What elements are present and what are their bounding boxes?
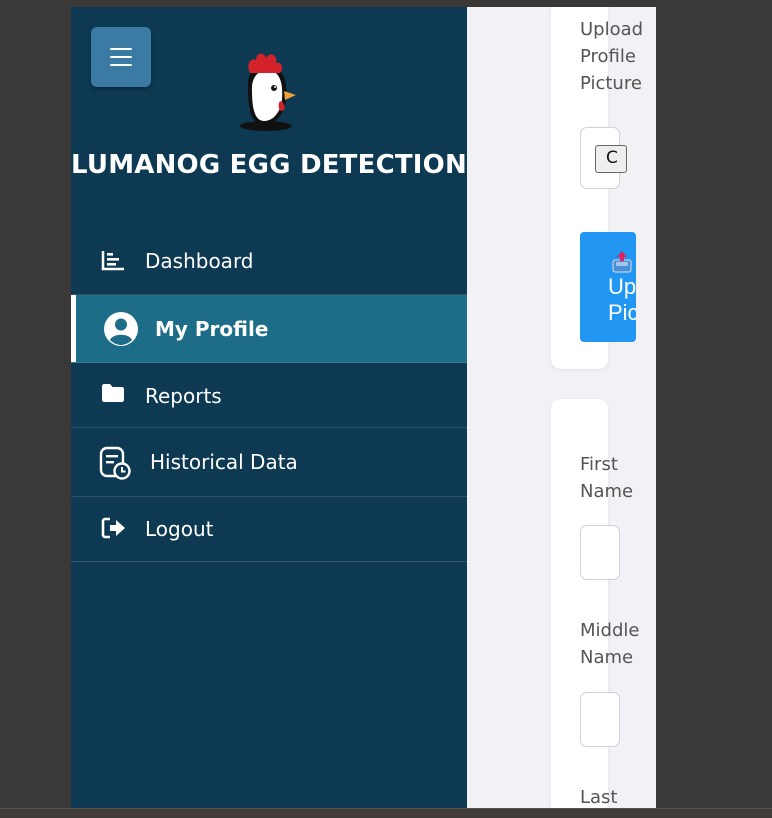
- middle-name-input[interactable]: [580, 692, 620, 747]
- window-top-border: [0, 0, 772, 6]
- user-circle-icon: [103, 311, 139, 347]
- upload-profile-picture-label: Upload Profile Picture: [580, 19, 644, 94]
- middle-name-label: Middle Name: [580, 620, 640, 668]
- main-content: Upload Profile Picture C First Name Midd…: [467, 7, 656, 808]
- sidebar-item-dashboard[interactable]: Dashboard: [71, 228, 467, 295]
- last-name-label: Last: [580, 787, 618, 808]
- logout-icon: [101, 517, 127, 539]
- upload-picture-button[interactable]: Upload Picture: [580, 232, 636, 342]
- sidebar-item-label: Dashboard: [145, 249, 254, 273]
- inbox-upload-icon: [612, 251, 632, 273]
- first-name-label: First Name: [580, 454, 634, 502]
- chicken-logo-icon: [240, 53, 296, 131]
- sidebar-item-logout[interactable]: Logout: [71, 497, 467, 562]
- sidebar-item-label: My Profile: [155, 317, 269, 341]
- sidebar-item-label: Historical Data: [150, 450, 298, 474]
- app-window: Upload Profile Picture C First Name Midd…: [71, 7, 656, 808]
- sidebar-item-historical-data[interactable]: Historical Data: [71, 428, 467, 497]
- file-input[interactable]: C: [580, 127, 627, 189]
- app-title: LUMANOG EGG DETECTION: [71, 150, 467, 180]
- personal-info-card: First Name Middle Name Last: [551, 399, 639, 808]
- choose-file-button[interactable]: C: [595, 145, 627, 173]
- folder-icon: [101, 383, 125, 403]
- sidebar-item-my-profile[interactable]: My Profile: [71, 295, 467, 363]
- first-name-input[interactable]: [580, 525, 620, 580]
- sidebar-item-label: Logout: [145, 517, 214, 541]
- menu-toggle-button[interactable]: [91, 27, 151, 87]
- upload-picture-label: Upload Picture: [608, 274, 636, 325]
- history-document-icon: [99, 446, 131, 480]
- bar-chart-icon: [101, 250, 125, 272]
- sidebar-item-label: Reports: [145, 384, 222, 408]
- sidebar-item-reports[interactable]: Reports: [71, 363, 467, 428]
- sidebar: LUMANOG EGG DETECTION Dashboard My Profi…: [71, 7, 467, 808]
- hamburger-icon: [110, 48, 132, 66]
